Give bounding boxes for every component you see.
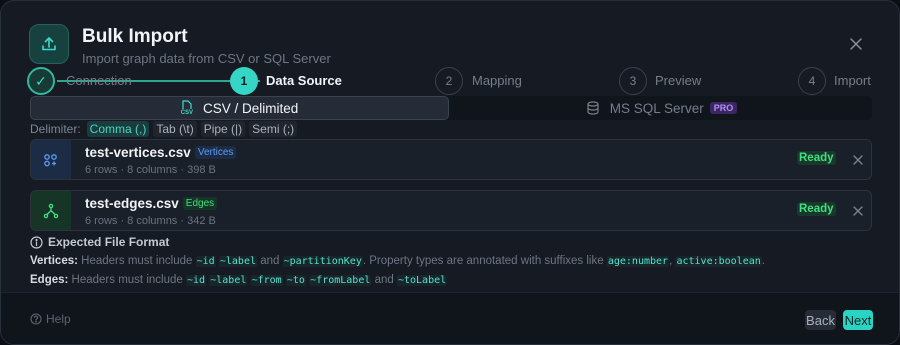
upload-icon — [29, 24, 69, 64]
file-name: test-edges.csv Edges — [85, 196, 218, 211]
source-tabs: CSV CSV / Delimited MS SQL Server PRO — [30, 96, 872, 120]
csv-file-icon: CSV — [181, 100, 193, 116]
format-edges-line: Edges: Headers must include ~id ~label ~… — [30, 274, 448, 286]
tab-csv[interactable]: CSV CSV / Delimited — [30, 96, 449, 120]
file-card-vertices: test-vertices.csv Vertices 6 rows · 8 co… — [30, 139, 872, 180]
modal-footer: Help Back Next — [1, 292, 899, 344]
format-title: Expected File Format — [30, 235, 169, 249]
modal-title: Bulk Import — [82, 26, 188, 47]
step-connection-check-icon: ✓ — [27, 67, 55, 95]
step-data-source-label: Data Source — [266, 73, 342, 88]
delimiter-option-comma[interactable]: Comma (,) — [86, 121, 150, 137]
bulk-import-modal: Bulk Import Import graph data from CSV o… — [0, 0, 900, 345]
vertices-icon — [31, 140, 71, 179]
edges-icon — [31, 191, 71, 230]
delimiter-selector: Delimiter: Comma (,) Tab (\t) Pipe (|) S… — [30, 120, 301, 138]
step-indicator: ✓ Connection 1 Data Source 2 Mapping 3 P… — [27, 67, 887, 95]
step-mapping-number: 2 — [435, 67, 463, 95]
step-preview-label: Preview — [655, 73, 702, 88]
step-mapping-label: Mapping — [472, 73, 522, 88]
database-icon — [587, 101, 599, 115]
step-connection-label: Connection — [66, 73, 132, 88]
tab-sql-server[interactable]: MS SQL Server PRO — [451, 96, 872, 120]
file-card-edges: test-edges.csv Edges 6 rows · 8 columns … — [30, 190, 872, 231]
next-button[interactable]: Next — [843, 310, 873, 330]
step-preview-number: 3 — [619, 67, 647, 95]
modal-subtitle: Import graph data from CSV or SQL Server — [82, 51, 331, 66]
delimiter-option-tab[interactable]: Tab (\t) — [153, 121, 197, 137]
tab-sql-label: MS SQL Server — [609, 100, 704, 116]
info-icon — [30, 235, 43, 249]
delimiter-option-pipe[interactable]: Pipe (|) — [200, 121, 246, 137]
expected-format-panel: Expected File Format Vertices: Headers m… — [30, 233, 872, 293]
remove-file-icon[interactable] — [851, 153, 865, 167]
file-meta: 6 rows · 8 columns · 342 B — [85, 215, 216, 227]
file-name: test-vertices.csv Vertices — [85, 145, 237, 160]
step-import-label: Import — [834, 73, 871, 88]
step-data-source-number: 1 — [230, 67, 258, 95]
status-badge: Ready — [797, 151, 836, 165]
file-meta: 6 rows · 8 columns · 398 B — [85, 164, 216, 176]
pro-badge: PRO — [709, 102, 738, 114]
remove-file-icon[interactable] — [851, 204, 865, 218]
delimiter-label: Delimiter: — [30, 122, 81, 136]
status-badge: Ready — [797, 202, 836, 216]
delimiter-option-semi[interactable]: Semi (;) — [249, 121, 298, 137]
back-button[interactable]: Back — [805, 310, 836, 330]
file-type-badge: Vertices — [194, 146, 237, 159]
help-link[interactable]: Help — [30, 312, 71, 326]
close-icon[interactable] — [848, 36, 864, 52]
file-type-badge: Edges — [182, 197, 218, 210]
help-icon — [30, 313, 42, 325]
format-vertices-line: Vertices: Headers must include ~id ~labe… — [30, 255, 765, 267]
tab-csv-label: CSV / Delimited — [203, 100, 299, 116]
step-import-number: 4 — [798, 67, 826, 95]
